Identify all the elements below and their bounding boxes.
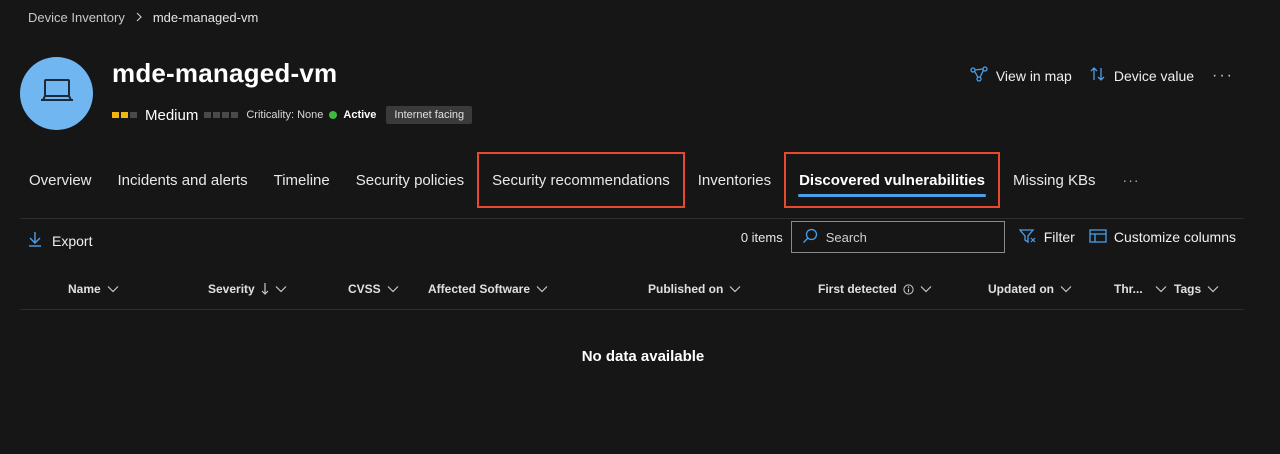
column-header-published-on[interactable]: Published on xyxy=(648,282,741,296)
device-value-label: Device value xyxy=(1113,67,1195,84)
divider xyxy=(20,218,1244,219)
tab-inventories[interactable]: Inventories xyxy=(685,152,784,208)
tab-missing-kbs[interactable]: Missing KBs xyxy=(1000,152,1109,208)
empty-state-message: No data available xyxy=(581,348,705,365)
tab-bar: Overview Incidents and alerts Timeline S… xyxy=(16,152,1154,208)
toolbar-right: 0 items Filter Customize columns xyxy=(741,221,1236,253)
search-input[interactable] xyxy=(825,229,996,245)
filter-label: Filter xyxy=(1043,229,1075,245)
tab-incidents-and-alerts[interactable]: Incidents and alerts xyxy=(105,152,261,208)
export-button[interactable]: Export xyxy=(28,231,92,250)
more-tabs-button[interactable]: ··· xyxy=(1109,172,1154,188)
device-avatar xyxy=(20,57,93,130)
download-icon xyxy=(28,231,42,250)
filter-button[interactable]: Filter xyxy=(1018,228,1075,247)
header-actions: View in map Device value ··· xyxy=(970,66,1234,85)
chevron-down-icon xyxy=(920,286,932,293)
export-label: Export xyxy=(52,232,93,249)
column-header-cvss[interactable]: CVSS xyxy=(348,282,399,296)
chevron-right-icon xyxy=(135,10,143,25)
info-icon xyxy=(903,283,914,295)
table-header: Name Severity CVSS Affected Software Pub… xyxy=(20,272,1244,310)
risk-level-label: Medium xyxy=(145,106,199,124)
criticality-label: Criticality: None xyxy=(246,109,324,121)
chevron-down-icon xyxy=(387,286,399,293)
more-actions-button[interactable]: ··· xyxy=(1212,67,1234,85)
column-header-name[interactable]: Name xyxy=(68,282,119,296)
filter-icon xyxy=(1018,228,1037,247)
status-label: Active xyxy=(343,109,377,121)
customize-columns-label: Customize columns xyxy=(1113,229,1236,245)
tab-security-policies[interactable]: Security policies xyxy=(343,152,477,208)
breadcrumb-current: mde-managed-vm xyxy=(152,10,259,25)
status-dot-icon xyxy=(329,111,338,119)
tab-timeline[interactable]: Timeline xyxy=(261,152,343,208)
view-in-map-label: View in map xyxy=(995,67,1072,84)
tab-overview[interactable]: Overview xyxy=(16,152,105,208)
criticality-indicator xyxy=(204,112,239,118)
device-meta: Medium Criticality: None Active Internet… xyxy=(112,104,473,126)
internet-facing-badge: Internet facing xyxy=(386,106,473,124)
chevron-down-icon xyxy=(1155,286,1167,293)
laptop-icon xyxy=(40,78,74,109)
chevron-down-icon xyxy=(275,286,287,293)
device-value-button[interactable]: Device value xyxy=(1090,66,1194,85)
search-icon xyxy=(802,228,818,247)
sort-arrows-icon xyxy=(1090,66,1106,85)
view-in-map-button[interactable]: View in map xyxy=(970,66,1072,85)
sort-descending-icon xyxy=(261,283,269,295)
column-header-first-detected[interactable]: First detected xyxy=(818,282,932,296)
tab-discovered-vulnerabilities[interactable]: Discovered vulnerabilities xyxy=(784,152,1000,208)
search-box[interactable] xyxy=(790,221,1005,253)
chevron-down-icon xyxy=(1207,286,1219,293)
column-header-tags[interactable]: Tags xyxy=(1174,282,1219,296)
risk-level-indicator xyxy=(112,112,137,118)
chevron-down-icon xyxy=(729,286,741,293)
column-header-severity[interactable]: Severity xyxy=(208,282,287,296)
column-header-updated-on[interactable]: Updated on xyxy=(988,282,1072,296)
column-header-affected-software[interactable]: Affected Software xyxy=(428,282,548,296)
tab-security-recommendations[interactable]: Security recommendations xyxy=(477,152,685,208)
columns-icon xyxy=(1089,228,1107,247)
items-count: 0 items xyxy=(740,229,783,245)
page-title: mde-managed-vm xyxy=(112,58,338,88)
column-header-threats[interactable]: Thr... xyxy=(1114,282,1167,296)
customize-columns-button[interactable]: Customize columns xyxy=(1089,228,1236,247)
chevron-down-icon xyxy=(107,286,119,293)
chevron-down-icon xyxy=(536,286,548,293)
breadcrumb-device-inventory[interactable]: Device Inventory xyxy=(28,10,125,25)
chevron-down-icon xyxy=(1060,286,1072,293)
map-icon xyxy=(970,66,988,85)
breadcrumb: Device Inventory mde-managed-vm xyxy=(28,10,258,25)
